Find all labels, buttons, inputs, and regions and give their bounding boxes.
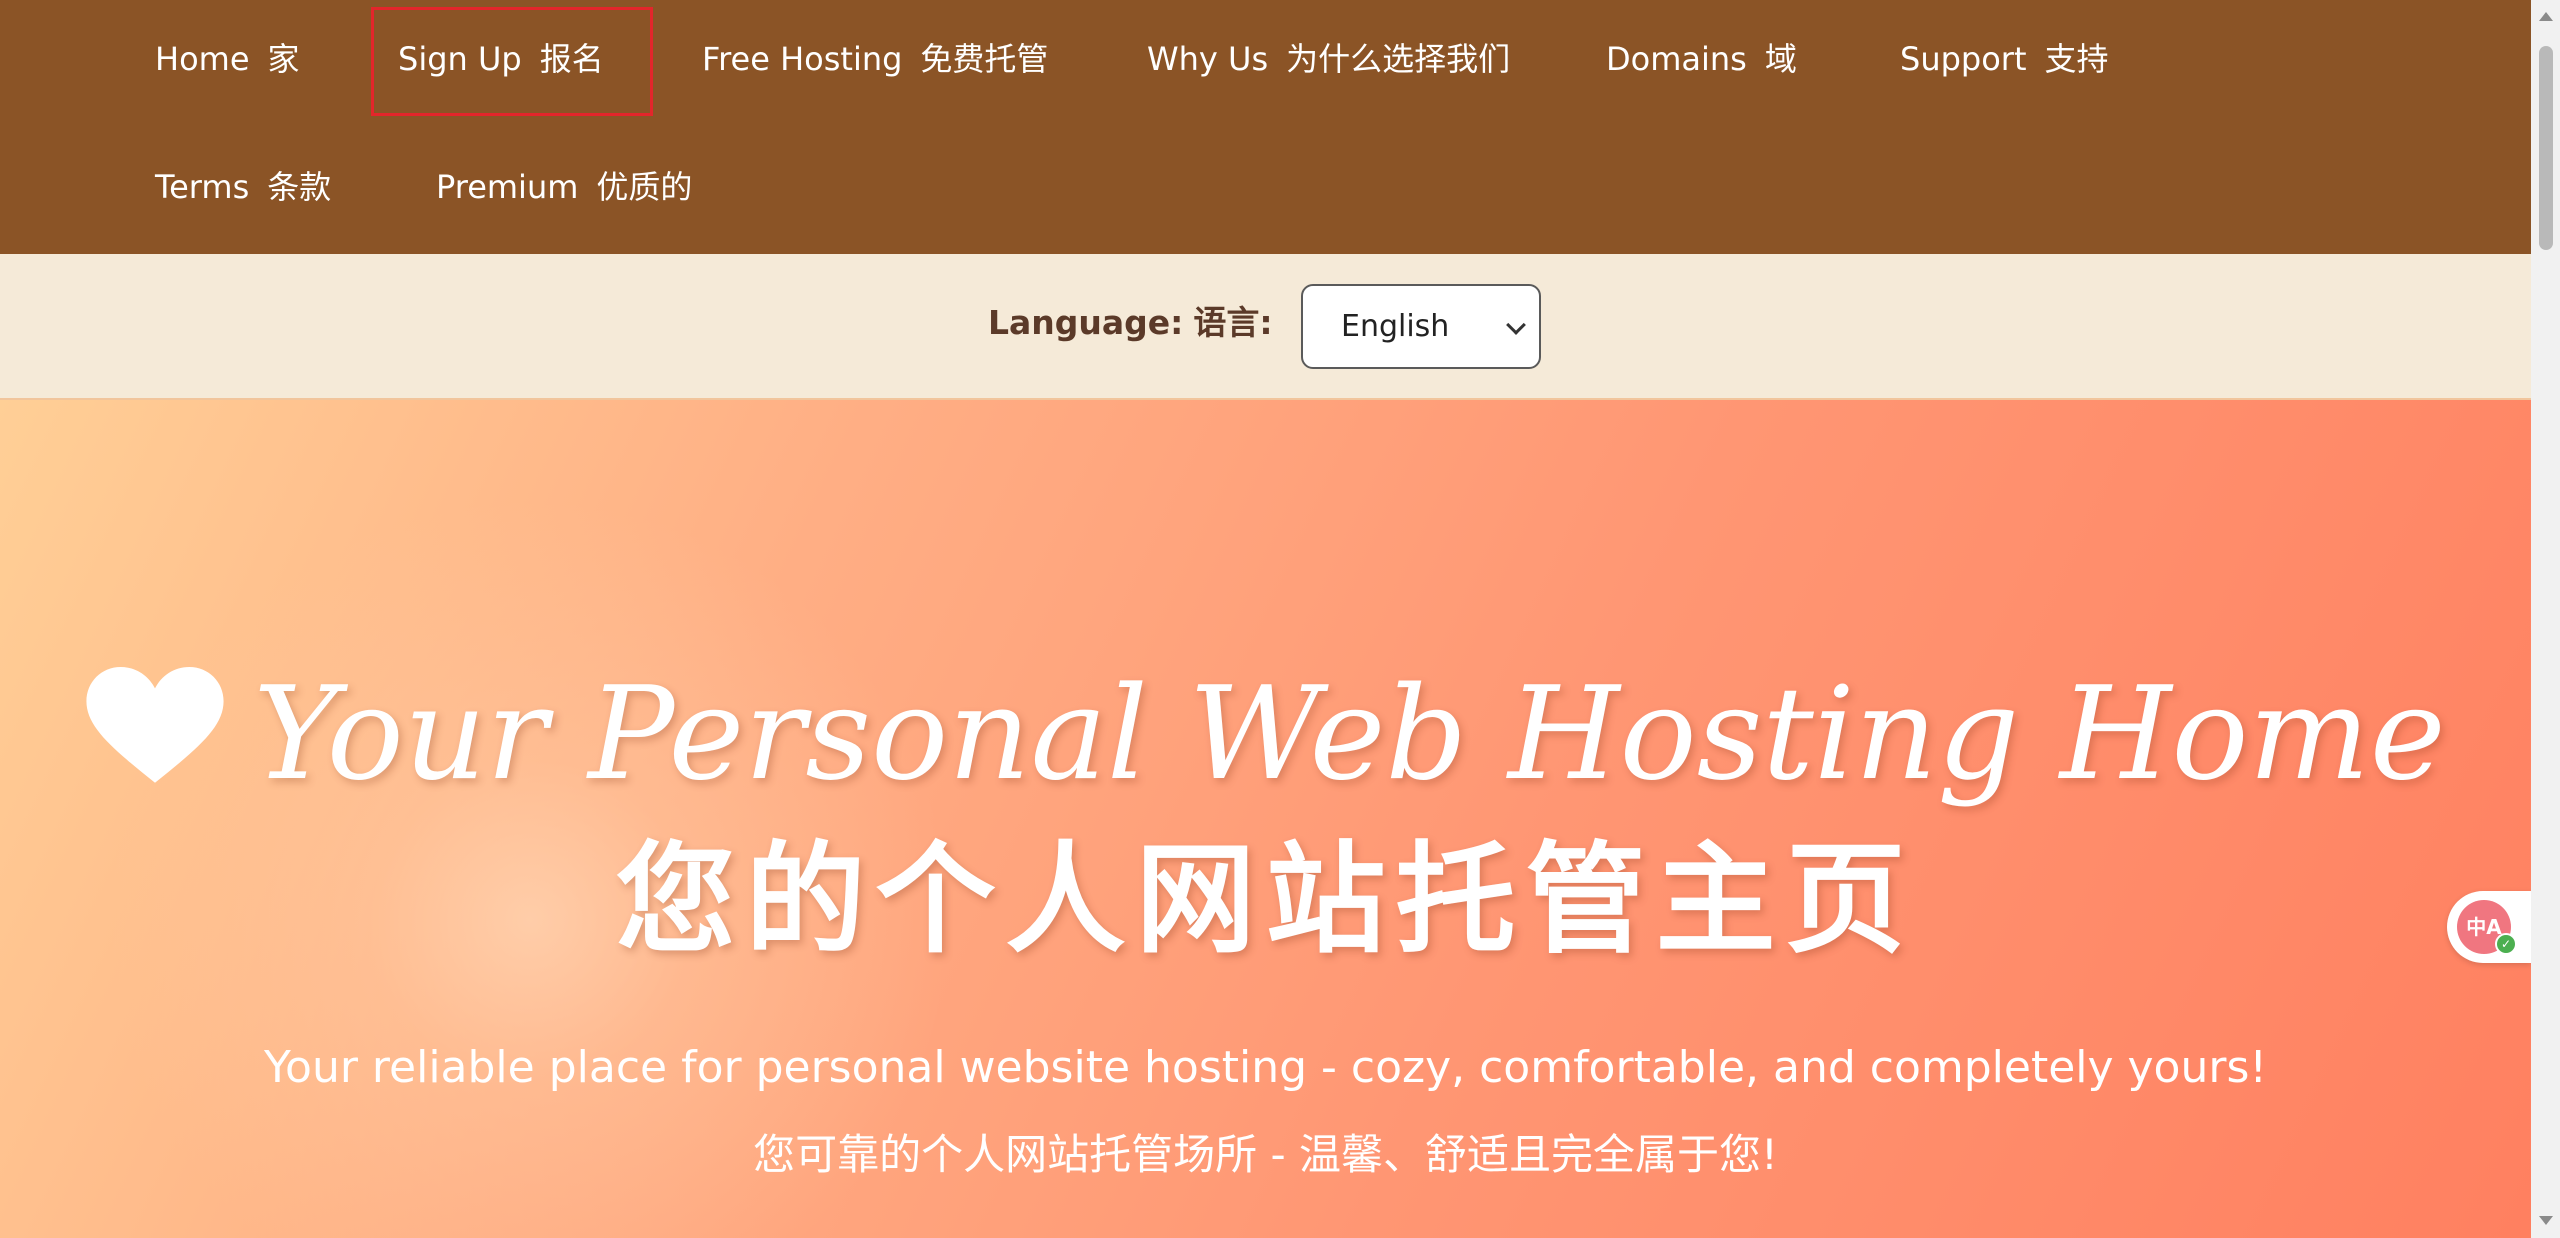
nav-home-label-zh: 家 bbox=[267, 40, 300, 78]
language-select[interactable]: English bbox=[1301, 284, 1541, 369]
hero-section: Your Personal Web Hosting Home 您的个人网站托管主… bbox=[0, 400, 2531, 1238]
nav-home[interactable]: Home 家 bbox=[131, 39, 324, 79]
nav-support-label-zh: 支持 bbox=[2044, 40, 2109, 78]
nav-domains[interactable]: Domains 域 bbox=[1582, 39, 1821, 79]
nav-domains-label: Domains bbox=[1606, 40, 1747, 78]
nav-why-us-label-zh: 为什么选择我们 bbox=[1286, 40, 1511, 78]
nav-free-hosting[interactable]: Free Hosting 免费托管 bbox=[678, 39, 1072, 79]
chevron-down-icon bbox=[1506, 315, 1526, 335]
hero-subtitle-zh: 您可靠的个人网站托管场所 - 温馨、舒适且完全属于您! bbox=[753, 1130, 1778, 1179]
check-icon: ✓ bbox=[2495, 933, 2517, 955]
nav-sign-up-label: Sign Up bbox=[398, 40, 522, 78]
nav-sign-up[interactable]: Sign Up 报名 bbox=[371, 7, 653, 116]
hero-subtitle: Your reliable place for personal website… bbox=[263, 1042, 2268, 1093]
nav-terms-label-zh: 条款 bbox=[267, 168, 332, 206]
hero-title-zh: 您的个人网站托管主页 bbox=[615, 829, 1916, 970]
nav-premium-label-zh: 优质的 bbox=[596, 168, 693, 206]
nav-premium-label: Premium bbox=[436, 168, 579, 206]
scroll-down-arrow-icon[interactable] bbox=[2539, 1216, 2553, 1225]
nav-home-label: Home bbox=[155, 40, 250, 78]
nav-premium[interactable]: Premium 优质的 bbox=[412, 167, 716, 207]
nav-terms[interactable]: Terms 条款 bbox=[131, 167, 355, 207]
hero-title: Your Personal Web Hosting Home bbox=[0, 660, 2531, 810]
hero-title-text: Your Personal Web Hosting Home bbox=[253, 660, 2446, 809]
language-select-value: English bbox=[1341, 309, 1450, 344]
nav-sign-up-label-zh: 报名 bbox=[539, 40, 604, 78]
nav-why-us-label: Why Us bbox=[1147, 40, 1269, 78]
nav-why-us[interactable]: Why Us 为什么选择我们 bbox=[1123, 39, 1534, 79]
nav-domains-label-zh: 域 bbox=[1764, 40, 1797, 78]
heart-icon bbox=[86, 667, 224, 783]
scroll-up-arrow-icon[interactable] bbox=[2539, 12, 2553, 21]
language-label: Language: 语言: bbox=[988, 301, 1273, 345]
nav-free-hosting-label-zh: 免费托管 bbox=[920, 40, 1049, 78]
scrollbar[interactable] bbox=[2531, 0, 2560, 1238]
top-navigation: Home 家 Sign Up 报名 Free Hosting 免费托管 Why Us 为… bbox=[0, 0, 2531, 254]
nav-support-label: Support bbox=[1900, 40, 2027, 78]
nav-support[interactable]: Support 支持 bbox=[1876, 39, 2133, 79]
translate-widget[interactable]: 中A ✓ bbox=[2447, 891, 2531, 963]
language-label-zh: 语言: bbox=[1193, 303, 1273, 342]
scrollbar-thumb[interactable] bbox=[2539, 46, 2553, 250]
nav-free-hosting-label: Free Hosting bbox=[702, 40, 903, 78]
language-label-en: Language: bbox=[988, 303, 1184, 342]
nav-terms-label: Terms bbox=[155, 168, 250, 206]
